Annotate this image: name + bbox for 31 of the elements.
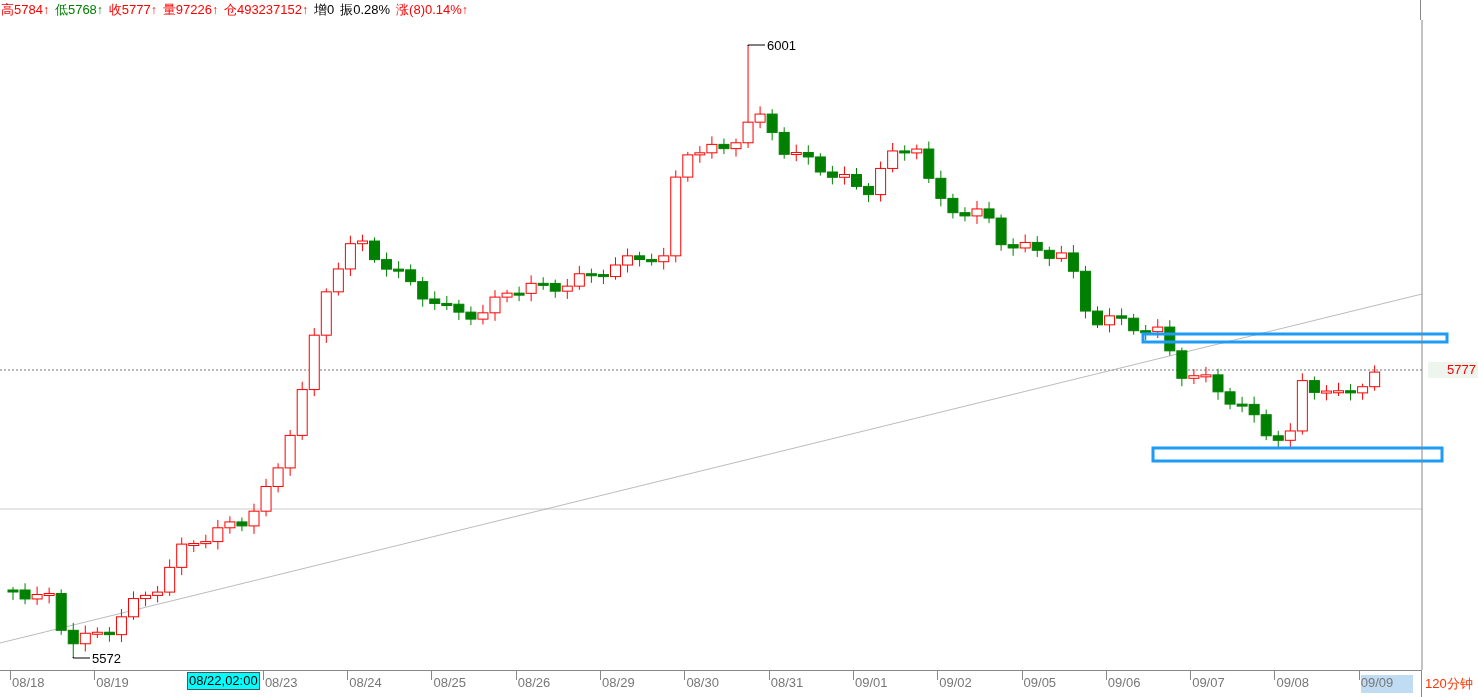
axis-label: 08/18 <box>12 675 45 691</box>
axis-label: 08/31 <box>770 675 804 691</box>
low-label: 5572 <box>92 651 121 666</box>
quote-item: 增0 <box>314 1 335 19</box>
leader-line <box>72 656 91 659</box>
axis-label: 09/06 <box>1107 675 1141 691</box>
leader-line <box>747 44 766 47</box>
axis-label: 08/30 <box>686 675 719 691</box>
cursor-label: 08/22,02:00 <box>187 672 260 690</box>
quote-item: 低5768↑ <box>54 1 103 19</box>
axis-label: 09/07 <box>1192 675 1225 691</box>
axis-label: 08/29 <box>602 675 635 691</box>
axis-label: 08/25 <box>433 675 467 691</box>
axis-label: 09/02 <box>939 675 972 691</box>
axis-label: 09/09 <box>1360 675 1413 693</box>
quote-item: 高5784↑ <box>1 1 49 19</box>
quote-item: 量97226↑ <box>162 1 218 19</box>
axis-label: 09/05 <box>1023 675 1057 691</box>
axis-label: 08/26 <box>517 675 551 691</box>
quote-item: 收5777↑ <box>108 1 157 19</box>
period-label[interactable]: 120分钟 <box>1422 670 1473 697</box>
price-tag: 5777 <box>1428 362 1478 378</box>
quote-item: 仓493237152↑ <box>223 1 308 19</box>
quote-item: 涨(8)0.14%↑ <box>396 1 468 19</box>
axis-label: 08/24 <box>349 675 382 691</box>
high-label: 6001 <box>767 38 796 53</box>
axis-label: 09/08 <box>1276 675 1309 691</box>
axis-label: 08/23 <box>264 675 298 691</box>
axis-label: 09/01 <box>854 675 888 691</box>
quote-item: 振0.28% <box>340 1 391 19</box>
axis-label: 08/19 <box>96 675 129 691</box>
